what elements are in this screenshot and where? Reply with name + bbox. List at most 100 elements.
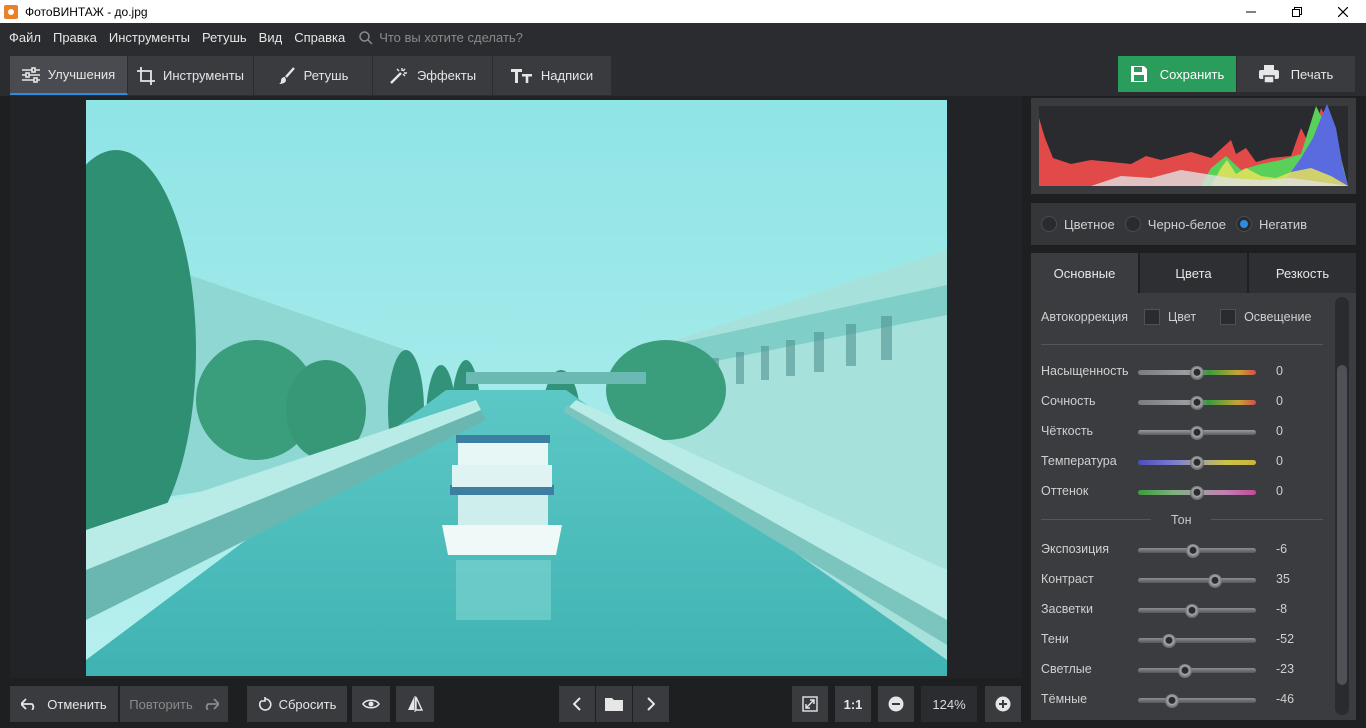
minimize-button[interactable]	[1228, 0, 1274, 23]
slider-handle[interactable]	[1186, 544, 1201, 558]
magic-wand-icon	[390, 67, 407, 84]
chevron-left-icon	[573, 697, 581, 711]
menu-view[interactable]: Вид	[259, 30, 283, 45]
open-folder-button[interactable]	[596, 686, 632, 722]
menu-retouch[interactable]: Ретушь	[202, 30, 247, 45]
slider-handle[interactable]	[1165, 694, 1180, 708]
close-button[interactable]	[1320, 0, 1366, 23]
slider-handle[interactable]	[1190, 456, 1204, 470]
slider-handle[interactable]	[1185, 604, 1200, 618]
mode-label: Негатив	[1258, 216, 1308, 232]
slider-row: Экспозиция -6	[1041, 540, 1321, 560]
slider-track[interactable]	[1138, 638, 1256, 643]
slider-value: 0	[1276, 454, 1283, 468]
slider-handle[interactable]	[1178, 664, 1193, 678]
radio-dot	[1124, 216, 1141, 232]
slider-handle[interactable]	[1190, 486, 1204, 500]
mode-negative-radio[interactable]: Негатив	[1235, 216, 1308, 232]
slider-label: Оттенок	[1041, 484, 1089, 498]
menu-tools[interactable]: Инструменты	[109, 30, 190, 45]
tab-enhancements[interactable]: Улучшения	[10, 56, 128, 95]
fit-screen-button[interactable]	[792, 686, 828, 722]
panel-tabs: Основные Цвета Резкость	[1031, 253, 1356, 293]
slider-handle[interactable]	[1207, 574, 1222, 588]
print-label: Печать	[1290, 66, 1334, 82]
slider-handle[interactable]	[1190, 396, 1204, 410]
tab-label: Эффекты	[416, 68, 477, 83]
crop-icon	[136, 66, 155, 85]
undo-icon	[21, 698, 35, 710]
print-button[interactable]: Печать	[1237, 56, 1355, 92]
tab-label: Ретушь	[303, 68, 349, 83]
title-bar: ФотоВИНТАЖ - до.jpg	[0, 0, 1366, 23]
slider-track[interactable]	[1138, 578, 1256, 583]
slider-value: -46	[1276, 692, 1295, 706]
slider-label: Температура	[1041, 454, 1117, 468]
tab-basic[interactable]: Основные	[1031, 253, 1138, 293]
slider-label: Светлые	[1041, 662, 1092, 676]
search-box[interactable]: Что вы хотите сделать?	[359, 30, 523, 45]
autocorrect-color-checkbox[interactable]	[1144, 309, 1161, 325]
next-image-button[interactable]	[633, 686, 669, 722]
slider-row: Оттенок 0	[1041, 482, 1321, 502]
slider-handle[interactable]	[1161, 634, 1176, 648]
scrollbar-thumb[interactable]	[1337, 365, 1347, 685]
photo-preview[interactable]	[86, 100, 947, 676]
window-title: ФотоВИНТАЖ - до.jpg	[25, 4, 148, 19]
settings-scrollbar[interactable]	[1335, 297, 1349, 715]
histogram-chart	[1039, 104, 1348, 186]
autocorrection-label: Автокоррекция	[1041, 310, 1129, 324]
maximize-button[interactable]	[1274, 0, 1320, 23]
slider-handle[interactable]	[1190, 366, 1204, 380]
tab-sharpness[interactable]: Резкость	[1249, 253, 1356, 293]
save-button[interactable]: Сохранить	[1118, 56, 1236, 92]
save-label: Сохранить	[1159, 66, 1225, 82]
tab-colors[interactable]: Цвета	[1140, 253, 1247, 293]
mode-label: Цветное	[1064, 216, 1115, 232]
tab-label: Надписи	[540, 68, 594, 83]
slider-label: Экспозиция	[1041, 542, 1110, 556]
zoom-in-button[interactable]	[985, 686, 1021, 722]
mode-bw-radio[interactable]: Черно-белое	[1124, 216, 1226, 232]
mode-color-radio[interactable]: Цветное	[1041, 216, 1115, 232]
folder-icon	[605, 698, 623, 711]
menu-file[interactable]: Файл	[9, 30, 41, 45]
slider-label: Насыщенность	[1041, 364, 1129, 378]
menu-edit[interactable]: Правка	[53, 30, 97, 45]
actual-size-button[interactable]: 1:1	[835, 686, 871, 722]
undo-button[interactable]: Отменить	[10, 686, 118, 722]
zoom-out-button[interactable]	[878, 686, 914, 722]
tab-captions[interactable]: Надписи	[493, 56, 612, 95]
prev-image-button[interactable]	[559, 686, 595, 722]
tab-effects[interactable]: Эффекты	[373, 56, 493, 95]
bottom-bar: Отменить Повторить Сбросить 1:1 124%	[0, 680, 1030, 728]
slider-value: 0	[1276, 484, 1283, 498]
slider-handle[interactable]	[1190, 426, 1204, 440]
slider-row: Насыщенность 0	[1041, 362, 1321, 382]
radio-dot	[1041, 216, 1057, 232]
zoom-level[interactable]: 124%	[921, 686, 977, 722]
slider-track[interactable]	[1138, 668, 1256, 673]
divider	[1041, 519, 1151, 520]
reset-button[interactable]: Сбросить	[247, 686, 347, 722]
slider-label: Чёткость	[1041, 424, 1094, 438]
slider-track[interactable]	[1138, 698, 1256, 703]
slider-value: 0	[1276, 364, 1283, 378]
zoom-out-icon	[888, 696, 904, 712]
autocorrect-light-checkbox[interactable]	[1220, 309, 1237, 325]
slider-row: Чёткость 0	[1041, 422, 1321, 442]
redo-button[interactable]: Повторить	[120, 686, 228, 722]
tab-tools[interactable]: Инструменты	[128, 56, 254, 95]
settings-panel: Автокоррекция Цвет Освещение Насыщенност…	[1031, 293, 1356, 720]
search-placeholder: Что вы хотите сделать?	[379, 30, 523, 45]
divider	[1041, 344, 1323, 345]
compare-button[interactable]	[396, 686, 434, 722]
color-mode-selector: Цветное Черно-белое Негатив	[1031, 203, 1356, 245]
floppy-icon	[1130, 66, 1147, 82]
preview-toggle-button[interactable]	[352, 686, 390, 722]
menu-help[interactable]: Справка	[294, 30, 345, 45]
slider-row: Контраст 35	[1041, 570, 1321, 590]
slider-value: 0	[1276, 394, 1283, 408]
slider-value: -52	[1276, 632, 1295, 646]
tab-retouch[interactable]: Ретушь	[254, 56, 373, 95]
